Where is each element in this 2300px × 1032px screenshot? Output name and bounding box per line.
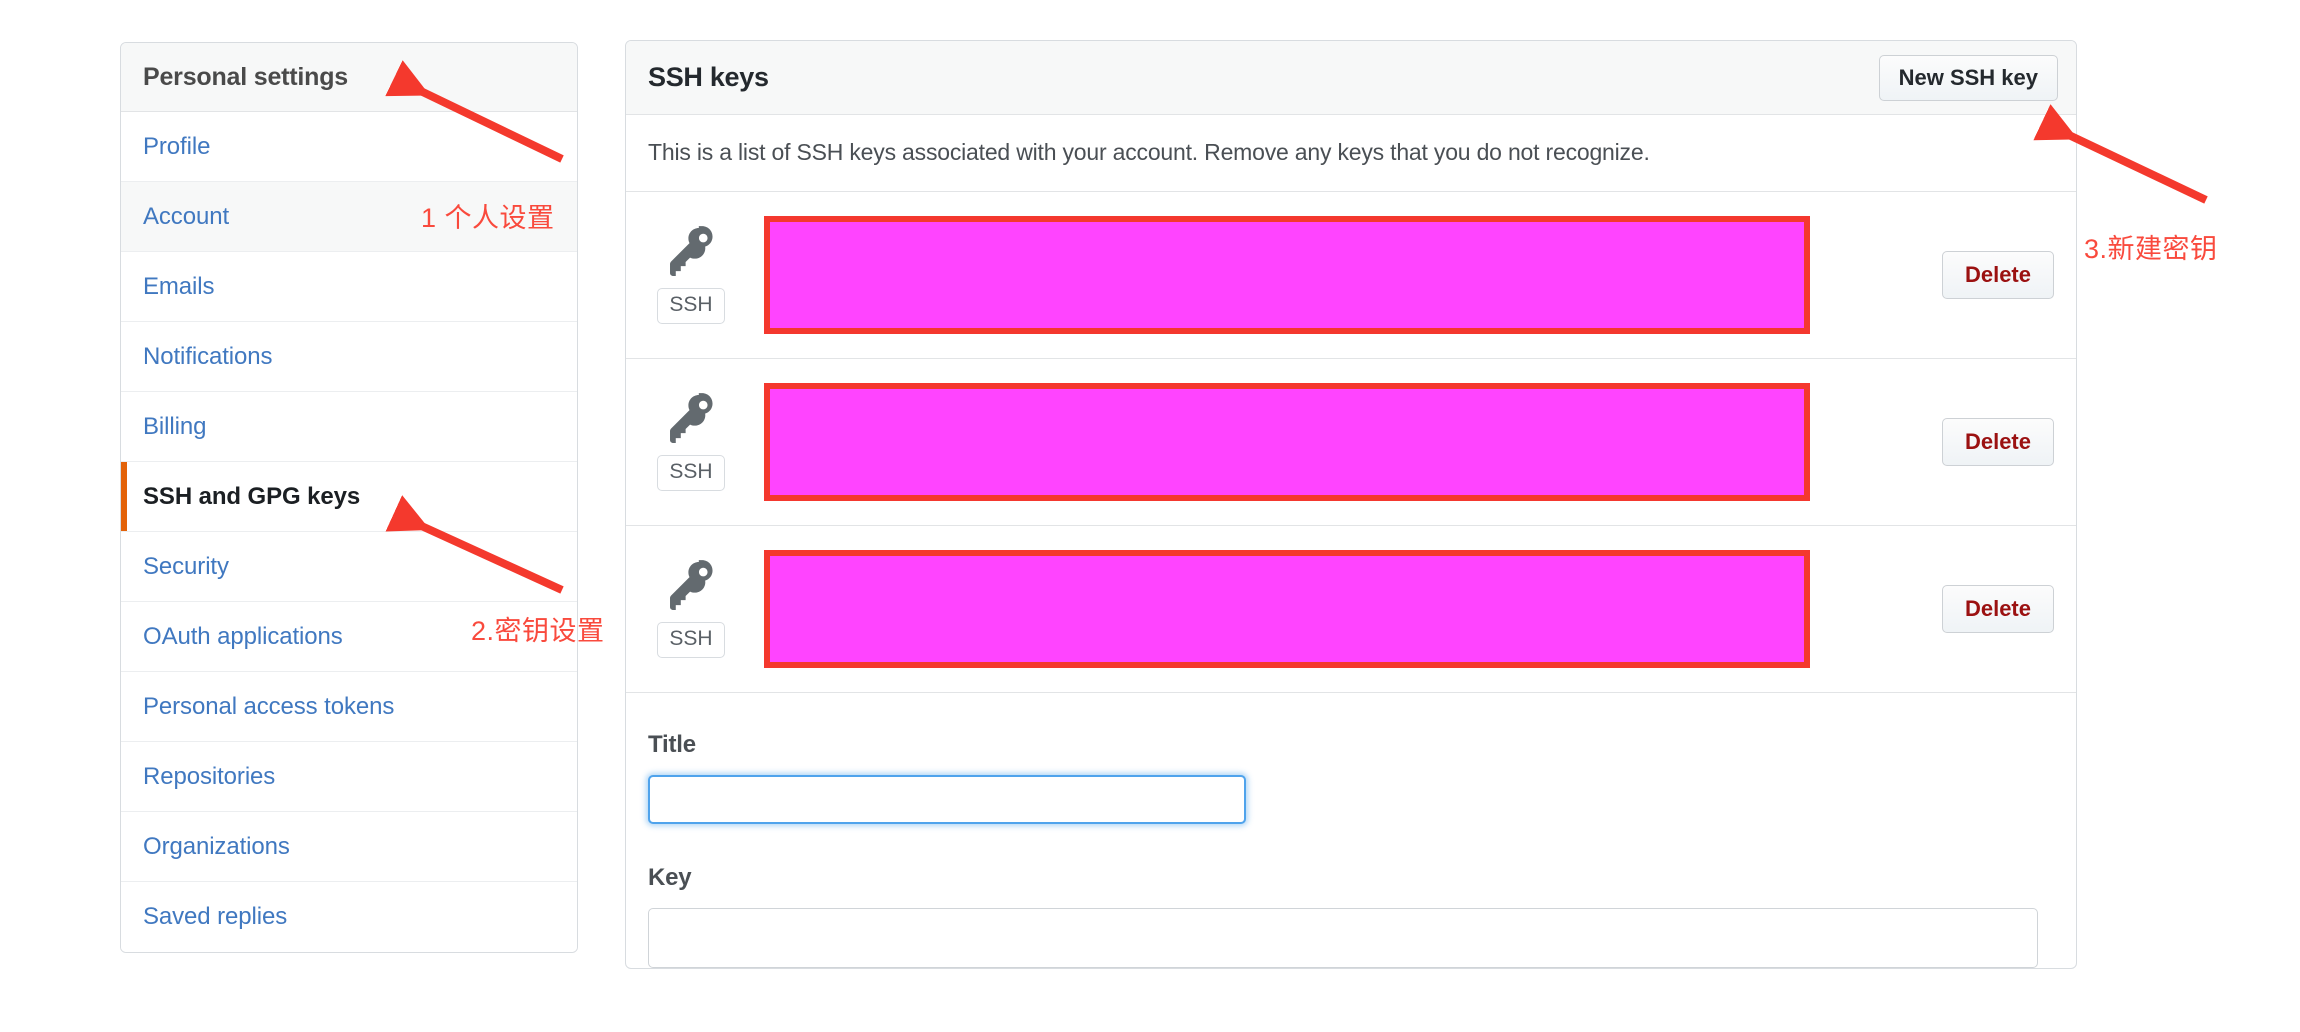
ssh-key-meta: SSH xyxy=(648,560,734,658)
sidebar-item-personal-access-tokens[interactable]: Personal access tokens xyxy=(121,672,577,742)
key-icon xyxy=(668,393,714,445)
ssh-key-type-badge: SSH xyxy=(657,288,725,324)
sidebar-item-label: Personal access tokens xyxy=(143,692,395,720)
sidebar-item-label: SSH and GPG keys xyxy=(143,482,361,510)
sidebar-item-ssh-and-gpg-keys[interactable]: SSH and GPG keys xyxy=(121,462,577,532)
sidebar-item-label: Repositories xyxy=(143,762,276,790)
ssh-key-actions: Delete xyxy=(1941,251,2054,299)
sidebar-item-label: Emails xyxy=(143,272,215,300)
sidebar-header: Personal settings xyxy=(121,43,577,112)
ssh-key-row: SSH Delete xyxy=(626,359,2076,526)
sidebar-nav-list: Profile Account Emails Notifications Billing… xyxy=(121,112,577,952)
sidebar-title: Personal settings xyxy=(143,62,348,91)
ssh-key-details-redacted xyxy=(764,550,1810,668)
sidebar-item-repositories[interactable]: Repositories xyxy=(121,742,577,812)
key-field-label: Key xyxy=(648,864,692,891)
annotation-label-1: 1 个人设置 xyxy=(421,203,555,233)
new-ssh-key-button[interactable]: New SSH key xyxy=(1878,54,2058,101)
ssh-key-actions: Delete xyxy=(1941,418,2054,466)
ssh-key-row: SSH Delete xyxy=(626,526,2076,693)
ssh-key-actions: Delete xyxy=(1941,585,2054,633)
page-title: SSH keys xyxy=(648,62,769,92)
sidebar-item-label: Notifications xyxy=(143,342,273,370)
ssh-keys-description: This is a list of SSH keys associated wi… xyxy=(626,115,2076,192)
new-key-form: Title Key xyxy=(626,693,2076,968)
sidebar-item-label: Account xyxy=(143,202,230,230)
ssh-key-details-redacted xyxy=(764,216,1810,334)
ssh-key-type-badge: SSH xyxy=(657,622,725,658)
sidebar-item-emails[interactable]: Emails xyxy=(121,252,577,322)
sidebar-item-notifications[interactable]: Notifications xyxy=(121,322,577,392)
delete-ssh-key-button[interactable]: Delete xyxy=(1941,251,2054,299)
sidebar-item-label: OAuth applications xyxy=(143,622,343,650)
ssh-key-list: SSH Delete SSH Delete SSH Delete xyxy=(626,192,2076,693)
ssh-key-meta: SSH xyxy=(648,226,734,324)
ssh-keys-panel: SSH keys New SSH key This is a list of S… xyxy=(625,40,2077,969)
ssh-key-meta: SSH xyxy=(648,393,734,491)
title-input[interactable] xyxy=(648,775,1246,824)
annotation-label-3: 3.新建密钥 xyxy=(2084,234,2218,264)
key-icon xyxy=(668,560,714,612)
ssh-keys-panel-header: SSH keys New SSH key xyxy=(626,41,2076,115)
sidebar-item-label: Organizations xyxy=(143,832,290,860)
sidebar-item-saved-replies[interactable]: Saved replies xyxy=(121,882,577,952)
title-field-label: Title xyxy=(648,731,696,758)
key-icon xyxy=(668,226,714,278)
sidebar-item-security[interactable]: Security xyxy=(121,532,577,602)
sidebar-item-label: Saved replies xyxy=(143,903,288,930)
sidebar-item-billing[interactable]: Billing xyxy=(121,392,577,462)
annotation-label-2: 2.密钥设置 xyxy=(471,616,605,646)
key-textarea[interactable] xyxy=(648,908,2038,968)
sidebar-item-label: Profile xyxy=(143,132,211,160)
ssh-key-row: SSH Delete xyxy=(626,192,2076,359)
sidebar-item-profile[interactable]: Profile xyxy=(121,112,577,182)
ssh-key-type-badge: SSH xyxy=(657,455,725,491)
sidebar-item-label: Security xyxy=(143,552,229,580)
delete-ssh-key-button[interactable]: Delete xyxy=(1941,585,2054,633)
delete-ssh-key-button[interactable]: Delete xyxy=(1941,418,2054,466)
sidebar-item-label: Billing xyxy=(143,412,207,440)
personal-settings-sidebar: Personal settings Profile Account Emails No… xyxy=(120,42,578,953)
ssh-key-details-redacted xyxy=(764,383,1810,501)
sidebar-item-organizations[interactable]: Organizations xyxy=(121,812,577,882)
